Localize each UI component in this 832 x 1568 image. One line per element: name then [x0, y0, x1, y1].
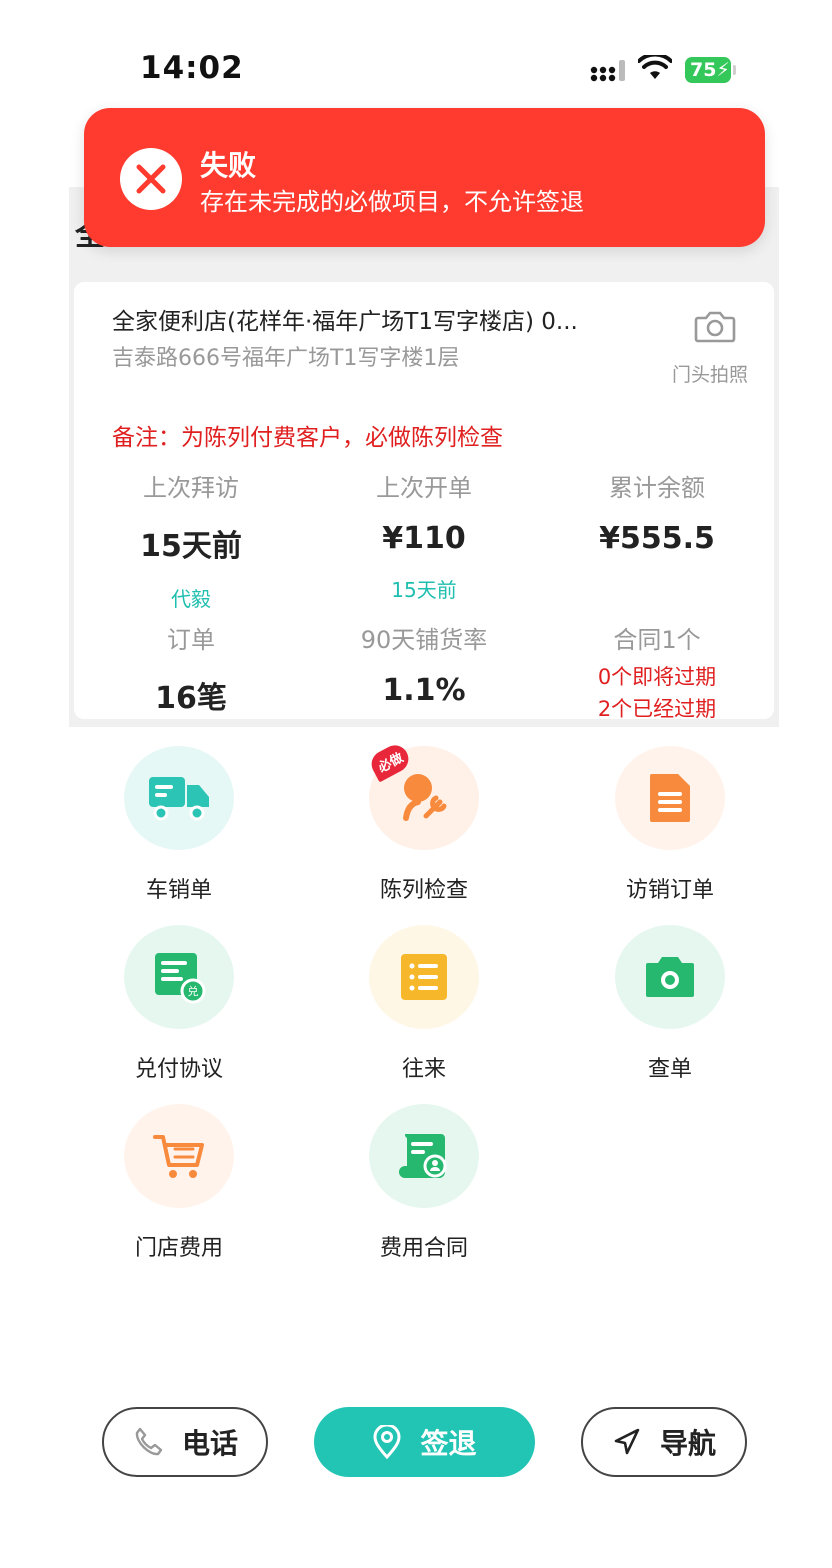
action-label: 兑付协议 [134, 1057, 223, 1082]
action-icon-circle [124, 1104, 234, 1208]
location-pin-icon [373, 1425, 401, 1459]
call-button[interactable]: 电话 [102, 1407, 268, 1477]
action-vehicle-sales[interactable]: 车销单 [89, 746, 269, 904]
checkout-button[interactable]: 签退 [314, 1407, 535, 1477]
cart-icon [153, 1135, 204, 1178]
svg-text:兑: 兑 [188, 984, 199, 998]
action-icon-circle [369, 1104, 479, 1208]
error-icon [120, 148, 182, 210]
stat-label: 合同1个 [613, 626, 701, 654]
action-label: 门店费用 [134, 1236, 223, 1261]
action-icon-circle: 兑 [124, 925, 234, 1029]
store-address: 吉泰路666号福年广场T1写字楼1层 [112, 346, 460, 371]
truck-icon [149, 777, 209, 821]
stat-sub[interactable]: 代毅 [74, 583, 308, 612]
stat-value: 15天前 [140, 529, 242, 564]
stat-balance: 累计余额 ¥555.5 [540, 468, 774, 556]
call-label: 电话 [181, 1427, 238, 1460]
action-label: 车销单 [145, 878, 212, 903]
battery-cap [733, 65, 736, 75]
action-check-order[interactable]: 查单 [580, 925, 760, 1083]
action-display-check[interactable]: 必做 陈列检查 [334, 740, 514, 904]
action-label: 陈列检查 [379, 878, 468, 903]
stat-label: 订单 [167, 626, 215, 654]
action-transactions[interactable]: 往来 [334, 925, 514, 1083]
status-bar: 14:02 75⚡ [0, 0, 832, 110]
action-icon-circle [615, 925, 725, 1029]
action-icon-circle [369, 925, 479, 1029]
phone-icon [135, 1427, 163, 1456]
stat-label: 90天铺货率 [360, 626, 488, 654]
stat-orders: 订单 16笔 [74, 620, 308, 717]
action-visit-order[interactable]: 访销订单 [580, 746, 760, 904]
navigation-arrow-icon [614, 1428, 640, 1455]
storefront-photo-button[interactable]: 门头拍照 [672, 360, 748, 387]
contract-icon [399, 1134, 447, 1178]
action-icon-circle: 必做 [366, 740, 479, 850]
action-label: 往来 [401, 1057, 446, 1082]
camera-icon[interactable] [694, 308, 736, 344]
battery-indicator: 75⚡ [685, 57, 731, 83]
camera-icon [646, 957, 694, 997]
signal-icon [590, 60, 625, 82]
action-expense-contract[interactable]: 费用合同 [334, 1104, 514, 1262]
stat-label: 累计余额 [609, 474, 705, 502]
contract-expiring: 0个即将过期 [597, 665, 717, 689]
stat-last-visit: 上次拜访 15天前 代毅 [74, 468, 308, 612]
stat-value: ¥555.5 [599, 521, 715, 556]
navigate-button[interactable]: 导航 [581, 1407, 747, 1477]
action-label: 费用合同 [379, 1236, 468, 1261]
wifi-icon [638, 55, 672, 79]
toast-title: 失败 [200, 149, 257, 182]
navigate-label: 导航 [659, 1427, 716, 1460]
document-icon [650, 774, 690, 822]
agreement-icon: 兑 [155, 953, 206, 1004]
action-store-expense[interactable]: 门店费用 [89, 1104, 269, 1262]
stat-sub: 15天前 [391, 578, 457, 602]
battery-level: 75 [690, 59, 717, 81]
action-redemption-agreement[interactable]: 兑 兑付协议 [89, 925, 269, 1083]
stat-label: 上次拜访 [143, 474, 239, 502]
action-label: 访销订单 [625, 878, 714, 903]
status-time: 14:02 [140, 50, 244, 86]
action-icon-circle [124, 746, 234, 850]
error-toast: 失败 存在未完成的必做项目，不允许签退 [84, 108, 765, 247]
stat-value: 16笔 [155, 681, 227, 716]
store-remark: 备注：为陈列付费客户，必做陈列检查 [112, 425, 503, 451]
stat-value: ¥110 [382, 521, 466, 556]
list-icon [401, 954, 447, 1000]
stat-label: 上次开单 [376, 474, 472, 502]
store-name: 全家便利店(花样年·福年广场T1写字楼店) 0... [112, 309, 578, 335]
stat-distribution-rate: 90天铺货率 1.1% [307, 620, 541, 708]
checkout-label: 签退 [420, 1427, 477, 1460]
store-card: 全家便利店(花样年·福年广场T1写字楼店) 0... 吉泰路666号福年广场T1… [74, 282, 774, 721]
contract-expired: 2个已经过期 [597, 697, 717, 721]
stat-last-order: 上次开单 ¥110 15天前 [307, 468, 541, 603]
toast-message: 存在未完成的必做项目，不允许签退 [200, 188, 584, 216]
action-icon-circle [615, 746, 725, 850]
action-label: 查单 [647, 1057, 692, 1082]
display-check-icon [403, 774, 447, 821]
stat-value: 1.1% [382, 673, 466, 708]
stat-contracts: 合同1个 0个即将过期 2个已经过期 [540, 620, 774, 725]
